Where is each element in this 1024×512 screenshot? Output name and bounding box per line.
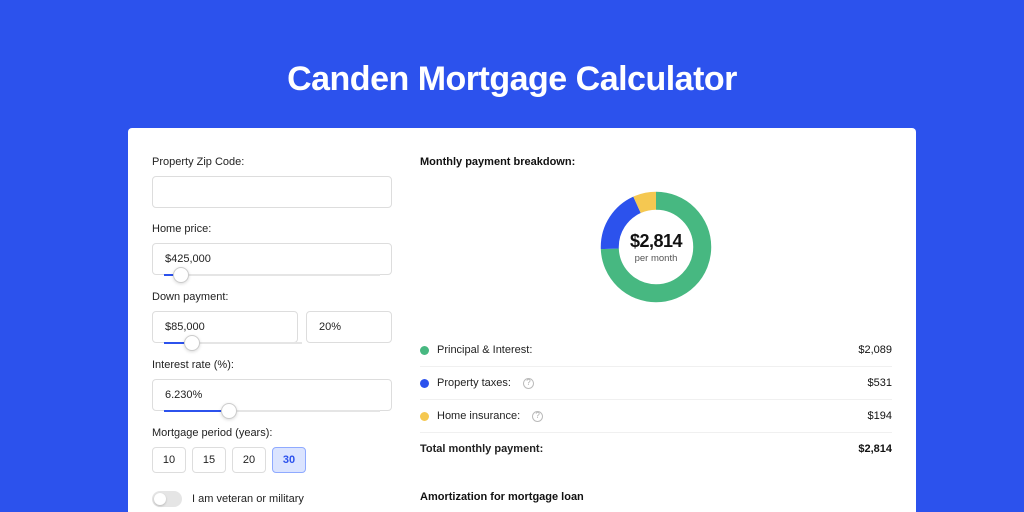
period-option-15[interactable]: 15 (192, 447, 226, 473)
down-payment-input[interactable] (152, 311, 298, 343)
inputs-column: Property Zip Code: Home price: Down paym… (152, 156, 392, 512)
legend-dot (420, 412, 429, 421)
donut-chart-wrap: $2,814 per month (420, 186, 892, 308)
toggle-knob (154, 493, 166, 505)
legend-value: $531 (868, 377, 892, 389)
legend-label: Home insurance: (437, 410, 520, 422)
legend-total-label: Total monthly payment: (420, 443, 543, 455)
zip-input[interactable] (152, 176, 392, 208)
slider-thumb[interactable] (221, 403, 237, 419)
down-payment-field: Down payment: (152, 291, 392, 344)
zip-field: Property Zip Code: (152, 156, 392, 208)
legend-row: Property taxes:? $531 (420, 367, 892, 400)
stage: Canden Mortgage Calculator Property Zip … (0, 0, 1024, 512)
legend: Principal & Interest: $2,089 Property taxe… (420, 334, 892, 465)
legend-total-value: $2,814 (858, 443, 892, 455)
legend-dot (420, 379, 429, 388)
legend-label: Property taxes: (437, 377, 511, 389)
period-option-30[interactable]: 30 (272, 447, 306, 473)
down-payment-label: Down payment: (152, 291, 392, 303)
donut-total-value: $2,814 (630, 231, 682, 252)
period-option-10[interactable]: 10 (152, 447, 186, 473)
veteran-toggle[interactable] (152, 491, 182, 507)
legend-dot (420, 346, 429, 355)
period-option-20[interactable]: 20 (232, 447, 266, 473)
home-price-slider[interactable] (164, 274, 380, 276)
calculator-card: Property Zip Code: Home price: Down paym… (128, 128, 916, 512)
period-label: Mortgage period (years): (152, 427, 392, 439)
donut-total-sub: per month (635, 253, 678, 264)
interest-label: Interest rate (%): (152, 359, 392, 371)
legend-label: Principal & Interest: (437, 344, 532, 356)
veteran-row: I am veteran or military (152, 491, 392, 507)
legend-total-row: Total monthly payment: $2,814 (420, 433, 892, 465)
down-payment-slider[interactable] (164, 342, 302, 344)
page-title: Canden Mortgage Calculator (0, 0, 1024, 99)
amortization-section: Amortization for mortgage loan Amortizat… (420, 491, 892, 512)
down-payment-pct-input[interactable] (306, 311, 392, 343)
info-icon[interactable]: ? (532, 411, 543, 422)
donut-center: $2,814 per month (595, 186, 717, 308)
veteran-label: I am veteran or military (192, 493, 304, 505)
donut-chart: $2,814 per month (595, 186, 717, 308)
legend-value: $194 (868, 410, 892, 422)
amortization-title: Amortization for mortgage loan (420, 491, 892, 503)
info-icon[interactable]: ? (523, 378, 534, 389)
zip-label: Property Zip Code: (152, 156, 392, 168)
slider-thumb[interactable] (184, 335, 200, 351)
legend-value: $2,089 (858, 344, 892, 356)
breakdown-column: Monthly payment breakdown: $2,814 per mo… (420, 156, 892, 512)
legend-row: Home insurance:? $194 (420, 400, 892, 433)
slider-thumb[interactable] (173, 267, 189, 283)
breakdown-title: Monthly payment breakdown: (420, 156, 892, 168)
home-price-label: Home price: (152, 223, 392, 235)
home-price-field: Home price: (152, 223, 392, 276)
interest-field: Interest rate (%): (152, 359, 392, 412)
legend-row: Principal & Interest: $2,089 (420, 334, 892, 367)
interest-slider[interactable] (164, 410, 380, 412)
period-field: Mortgage period (years): 10152030 (152, 427, 392, 473)
interest-input[interactable] (152, 379, 392, 411)
period-options: 10152030 (152, 447, 392, 473)
